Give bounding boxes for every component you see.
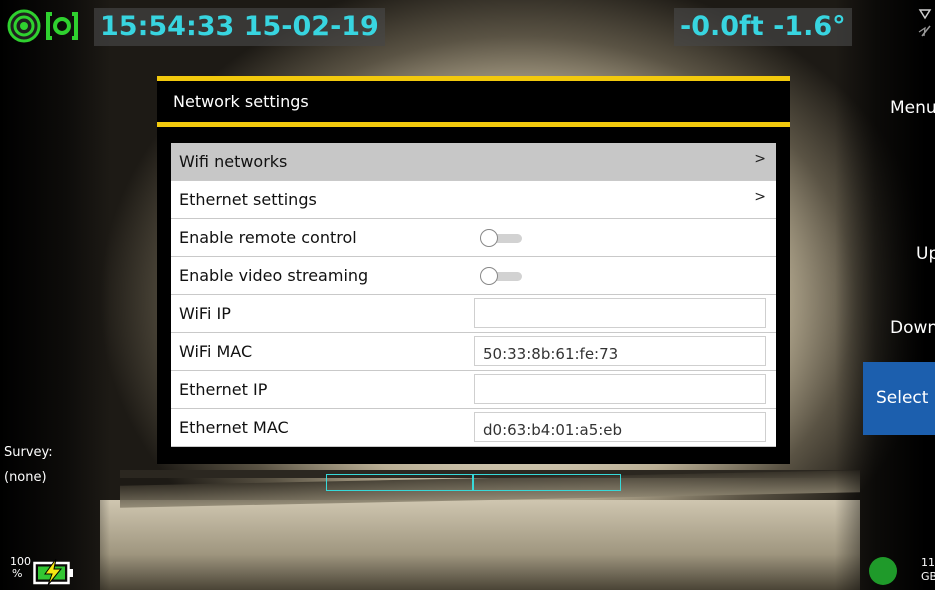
down-button[interactable]: Down <box>863 318 935 338</box>
row-label: Wifi networks <box>179 152 288 171</box>
row-enable-video-streaming: Enable video streaming <box>171 257 776 295</box>
network-settings-dialog: Network settings Wifi networks > Etherne… <box>157 76 790 464</box>
row-label: Enable video streaming <box>179 266 369 285</box>
status-indicator <box>869 557 897 585</box>
row-ethernet-settings[interactable]: Ethernet settings > <box>171 181 776 219</box>
wifi-ip-field[interactable] <box>474 298 766 328</box>
down-button-label: Down <box>890 318 935 338</box>
menu-button-label: Menu <box>890 98 935 118</box>
row-ethernet-mac: Ethernet MAC d0:63:b4:01:a5:eb <box>171 409 776 447</box>
overlay-box-right <box>472 474 621 491</box>
battery-percent: 100 % <box>10 556 31 580</box>
row-label: Ethernet settings <box>179 190 317 209</box>
row-ethernet-ip: Ethernet IP <box>171 371 776 409</box>
row-label: Ethernet IP <box>179 380 268 399</box>
row-label: Ethernet MAC <box>179 418 289 437</box>
battery-percent-unit: % <box>12 567 23 580</box>
row-wifi-mac: WiFi MAC 50:33:8b:61:fe:73 <box>171 333 776 371</box>
chevron-right-icon: > <box>754 189 766 205</box>
camera-vignette-right <box>835 0 935 590</box>
storage-unit: GB <box>921 570 935 583</box>
row-wifi-networks[interactable]: Wifi networks > <box>171 143 776 181</box>
toggle-knob <box>480 229 498 247</box>
overlay-box-left <box>326 474 474 491</box>
wifi-mac-field[interactable]: 50:33:8b:61:fe:73 <box>474 336 766 366</box>
menu-button[interactable]: Menu <box>863 98 935 118</box>
row-label: Enable remote control <box>179 228 357 247</box>
wifi-disconnected-icon <box>918 9 932 37</box>
storage-value: 117 <box>921 556 935 569</box>
settings-list: Wifi networks > Ethernet settings > Enab… <box>171 143 776 447</box>
up-button[interactable]: Up <box>863 244 935 264</box>
depth-tilt-label: -0.0ft -1.6° <box>674 8 852 46</box>
dialog-top-bar <box>157 76 790 81</box>
row-label: WiFi MAC <box>179 342 253 361</box>
storage-remaining: 117 GB <box>921 556 935 584</box>
camera-vignette-left <box>0 0 110 590</box>
ethernet-mac-field[interactable]: d0:63:b4:01:a5:eb <box>474 412 766 442</box>
toggle-knob <box>480 267 498 285</box>
select-button[interactable]: Select <box>863 362 935 435</box>
row-wifi-ip: WiFi IP <box>171 295 776 333</box>
dialog-title-underline <box>157 122 790 127</box>
survey-label: Survey: <box>4 445 53 460</box>
video-streaming-toggle[interactable] <box>480 267 522 285</box>
up-button-label: Up <box>916 244 935 264</box>
remote-control-toggle[interactable] <box>480 229 522 247</box>
ethernet-ip-field[interactable] <box>474 374 766 404</box>
battery-charging-icon <box>33 558 73 586</box>
dialog-title: Network settings <box>173 92 309 111</box>
target-logo-icon <box>7 9 78 43</box>
chevron-right-icon: > <box>754 151 766 167</box>
datetime-label: 15:54:33 15-02-19 <box>94 8 385 46</box>
row-label: WiFi IP <box>179 304 231 323</box>
camera-floor <box>100 500 860 590</box>
survey-value: (none) <box>4 470 47 485</box>
row-enable-remote-control: Enable remote control <box>171 219 776 257</box>
